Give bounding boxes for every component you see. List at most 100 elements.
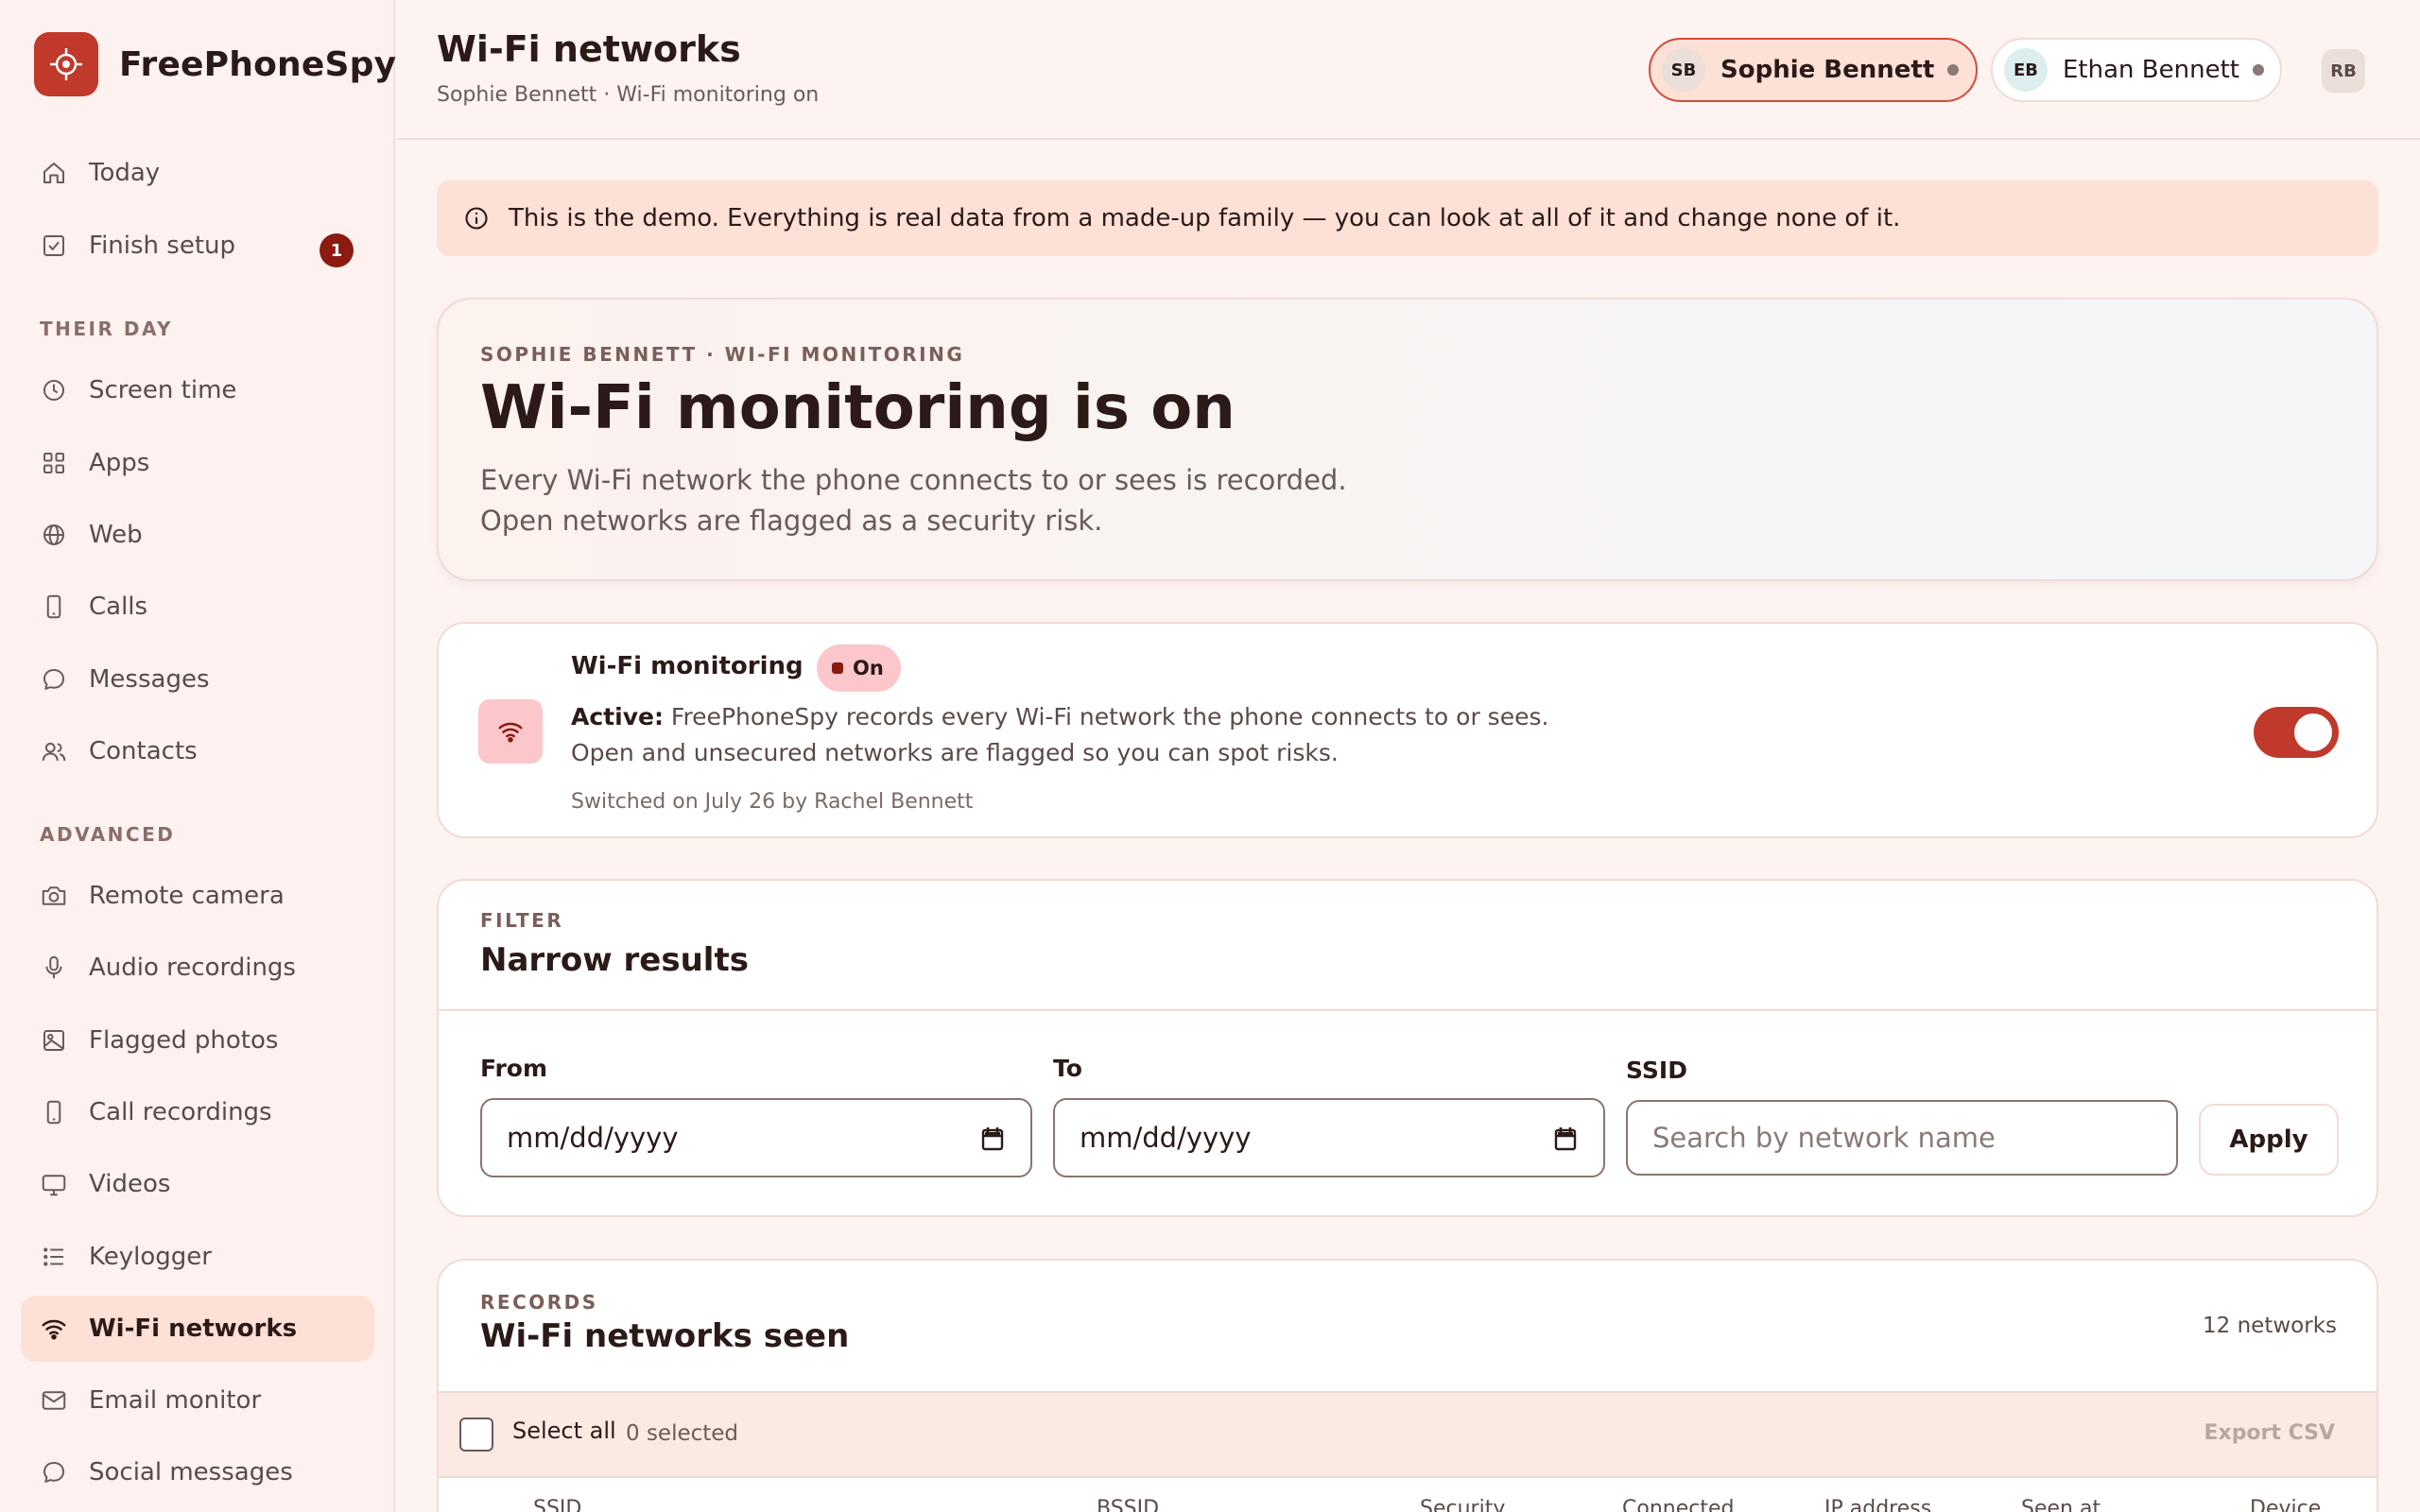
- sidebar-item-web[interactable]: Web: [21, 502, 374, 568]
- column-header-ssid[interactable]: SSID: [533, 1497, 581, 1512]
- active-label: Active:: [571, 703, 664, 730]
- sidebar-item-calls[interactable]: Calls: [21, 574, 374, 640]
- wifi-icon: [42, 1319, 66, 1340]
- sidebar-item-label: Apps: [89, 449, 150, 477]
- sidebar: FreePhoneSpy Today Finish setup 1 THEIR …: [0, 0, 396, 1512]
- avatar: SB: [1662, 48, 1705, 92]
- status-description-text: FreePhoneSpy records every Wi-Fi network…: [571, 703, 1549, 766]
- sidebar-item-label: Remote camera: [89, 882, 285, 910]
- status-dot: [1947, 64, 1960, 76]
- avatar: EB: [2004, 48, 2048, 92]
- selected-count: 0 selected: [626, 1421, 739, 1446]
- hero-title: Wi-Fi monitoring is on: [480, 373, 1236, 443]
- profile-name: Ethan Bennett: [2063, 56, 2239, 84]
- select-all-checkbox[interactable]: [459, 1418, 493, 1452]
- from-date-input[interactable]: mm/dd/yyyy: [480, 1098, 1032, 1177]
- sidebar-item-apps[interactable]: Apps: [21, 430, 374, 496]
- sidebar-item-label: Today: [89, 159, 161, 187]
- sidebar-item-label: Wi-Fi networks: [89, 1314, 298, 1343]
- phone-icon: [46, 594, 61, 619]
- sidebar-item-email-monitor[interactable]: Email monitor: [21, 1367, 374, 1434]
- image-icon: [43, 1030, 64, 1051]
- users-icon: [42, 742, 66, 762]
- column-header-security[interactable]: Security: [1420, 1497, 1505, 1512]
- mic-icon: [45, 955, 62, 979]
- column-header-ip-address[interactable]: IP address: [1824, 1497, 1931, 1512]
- records-eyebrow: RECORDS: [480, 1291, 598, 1314]
- grid-icon: [43, 453, 64, 473]
- profile-chip-sophie[interactable]: SB Sophie Bennett: [1649, 38, 1978, 102]
- column-header-seen-at[interactable]: Seen at: [2021, 1497, 2100, 1512]
- chat-icon: [43, 669, 64, 690]
- camera-icon: [42, 886, 66, 905]
- sidebar-item-label: Finish setup: [89, 232, 235, 260]
- page-subtitle: Sophie Bennett · Wi-Fi monitoring on: [437, 83, 820, 107]
- to-date-input[interactable]: mm/dd/yyyy: [1053, 1098, 1605, 1177]
- status-square-icon: [832, 662, 843, 674]
- ssid-label: SSID: [1626, 1057, 1687, 1084]
- setup-badge: 1: [320, 233, 354, 267]
- sidebar-item-contacts[interactable]: Contacts: [21, 718, 374, 784]
- sidebar-item-messages[interactable]: Messages: [21, 646, 374, 713]
- status-dot: [2252, 64, 2264, 76]
- select-all-label[interactable]: Select all: [512, 1418, 616, 1444]
- column-header-device[interactable]: Device: [2250, 1497, 2321, 1512]
- divider: [439, 1009, 2377, 1011]
- calendar-icon[interactable]: [1554, 1126, 1577, 1151]
- hero-card: SOPHIE BENNETT · WI-FI MONITORING Wi-Fi …: [437, 298, 2378, 581]
- sidebar-item-audio-recordings[interactable]: Audio recordings: [21, 935, 374, 1001]
- sidebar-item-social-messages[interactable]: Social messages: [21, 1439, 374, 1505]
- page-header: Wi-Fi networks Sophie Bennett · Wi-Fi mo…: [397, 0, 2420, 140]
- sidebar-item-label: Contacts: [89, 737, 198, 765]
- wifi-icon: [478, 699, 543, 764]
- sidebar-item-remote-camera[interactable]: Remote camera: [21, 863, 374, 929]
- chat-icon: [43, 1462, 64, 1483]
- calendar-icon[interactable]: [981, 1126, 1004, 1151]
- selection-toolbar: Select all 0 selected Export CSV: [439, 1391, 2377, 1478]
- profile-chip-ethan[interactable]: EB Ethan Bennett: [1991, 38, 2282, 102]
- sidebar-item-call-recordings[interactable]: Call recordings: [21, 1079, 374, 1145]
- home-icon: [43, 163, 64, 183]
- section-title-advanced: ADVANCED: [40, 823, 176, 846]
- status-badge-label: On: [853, 657, 884, 679]
- list-icon: [43, 1247, 63, 1266]
- sidebar-item-keylogger[interactable]: Keylogger: [21, 1224, 374, 1290]
- sidebar-item-label: Videos: [89, 1170, 171, 1198]
- globe-icon: [43, 524, 64, 545]
- monitor-icon: [42, 1175, 66, 1196]
- info-icon: [465, 207, 488, 230]
- hero-description: Every Wi-Fi network the phone connects t…: [480, 460, 1615, 541]
- brand[interactable]: FreePhoneSpy: [34, 32, 396, 96]
- ssid-search-input[interactable]: [1626, 1100, 2178, 1176]
- sidebar-item-label: Flagged photos: [89, 1026, 279, 1055]
- phone-icon: [46, 1100, 61, 1125]
- monitoring-toggle[interactable]: [2254, 707, 2339, 758]
- sidebar-item-flagged-photos[interactable]: Flagged photos: [21, 1007, 374, 1074]
- checkbox-icon: [43, 235, 64, 256]
- sidebar-item-videos[interactable]: Videos: [21, 1151, 374, 1217]
- filter-title: Narrow results: [480, 941, 749, 979]
- sidebar-item-label: Social messages: [89, 1458, 293, 1486]
- user-avatar[interactable]: RB: [2322, 49, 2365, 93]
- sidebar-item-finish-setup[interactable]: Finish setup 1: [21, 213, 374, 279]
- brand-name: FreePhoneSpy: [119, 44, 397, 84]
- from-label: From: [480, 1055, 548, 1082]
- sidebar-item-label: Screen time: [89, 376, 237, 404]
- hero-line: Open networks are flagged as a security …: [480, 505, 1103, 537]
- sidebar-item-wifi-networks[interactable]: Wi-Fi networks: [21, 1296, 374, 1362]
- demo-banner: This is the demo. Everything is real dat…: [437, 180, 2378, 256]
- column-header-connected[interactable]: Connected: [1622, 1497, 1734, 1512]
- apply-button[interactable]: Apply: [2199, 1104, 2339, 1176]
- status-badge: On: [817, 644, 901, 692]
- hero-eyebrow: SOPHIE BENNETT · WI-FI MONITORING: [480, 343, 965, 366]
- sidebar-item-screen-time[interactable]: Screen time: [21, 357, 374, 423]
- sidebar-item-today[interactable]: Today: [21, 140, 374, 206]
- records-card: RECORDS Wi-Fi networks seen 12 networks …: [437, 1259, 2378, 1512]
- sidebar-item-label: Audio recordings: [89, 954, 296, 982]
- filter-card: FILTER Narrow results From mm/dd/yyyy To…: [437, 879, 2378, 1217]
- banner-text: This is the demo. Everything is real dat…: [509, 204, 1901, 232]
- sidebar-item-label: Call recordings: [89, 1098, 272, 1126]
- status-title: Wi-Fi monitoring: [571, 652, 804, 680]
- column-header-bssid[interactable]: BSSID: [1097, 1497, 1159, 1512]
- export-csv-button[interactable]: Export CSV: [2204, 1421, 2335, 1445]
